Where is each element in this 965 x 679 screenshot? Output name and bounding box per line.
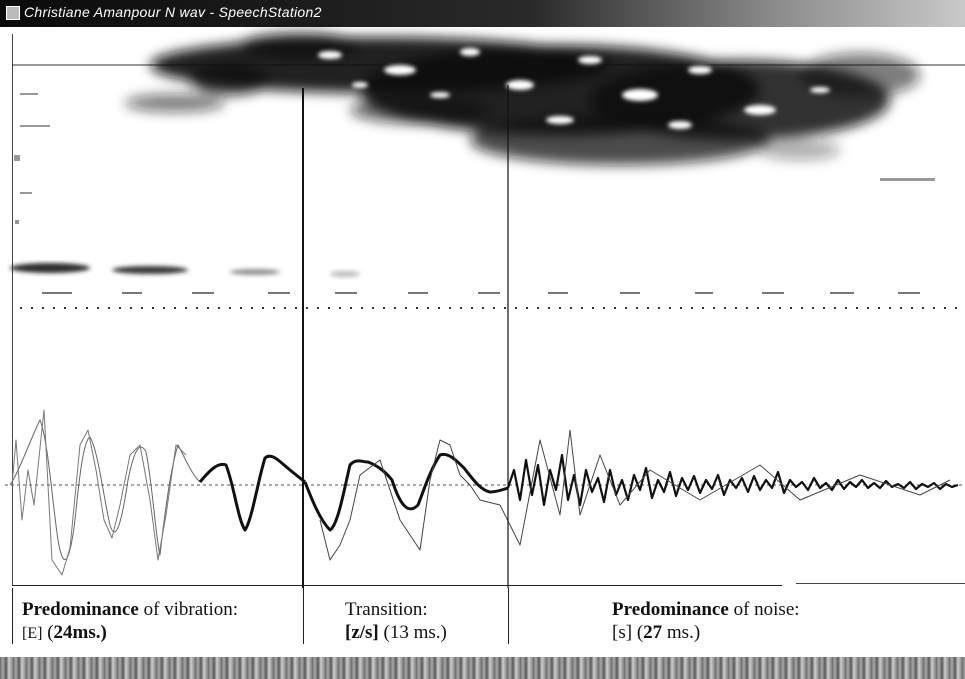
speech-analysis-graphics — [5, 33, 965, 588]
segment-transition-label: Transition: [z/s] (13 ms.) — [345, 598, 447, 644]
segment-transition-duration: 13 — [389, 622, 409, 643]
segment-noise-heading-bold: Predominance — [612, 599, 729, 620]
segment-noise-heading: of noise: — [728, 599, 800, 620]
segment-vibration-paren: ( — [42, 622, 54, 643]
segment-noise-phone: [s] — [612, 622, 633, 643]
segment-noise-duration: 27 — [643, 622, 663, 643]
segment-transition-unit: ms.) — [408, 622, 447, 643]
segment-labels: Predominance of vibration: [E] (24ms.) T… — [12, 588, 965, 644]
segment-transition-paren: ( — [378, 622, 390, 643]
segment-vibration-heading-bold: Predominance — [22, 599, 139, 620]
segment-vibration-label: Predominance of vibration: [E] (24ms.) — [22, 598, 238, 645]
waveform-bottom-border — [12, 585, 782, 586]
segment-noise-unit: ms.) — [662, 622, 701, 643]
taskbar — [0, 657, 965, 679]
segment-noise-paren: ( — [632, 622, 644, 643]
segment-vibration-unit: ms.) — [72, 622, 107, 643]
time-axis-ticks — [42, 292, 920, 294]
waveform-bottom-border-right — [796, 583, 965, 584]
segment-vibration-duration: 24 — [53, 622, 73, 643]
segment-transition-heading: Transition: — [345, 599, 428, 620]
segment-vibration-phone: [E] — [22, 625, 43, 642]
segment-transition-phone: [z/s] — [345, 622, 379, 643]
waveform — [9, 409, 959, 576]
spectrogram — [10, 33, 935, 277]
segment-vibration-heading: of vibration: — [138, 599, 239, 620]
segment-noise-label: Predominance of noise: [s] (27 ms.) — [612, 598, 800, 644]
